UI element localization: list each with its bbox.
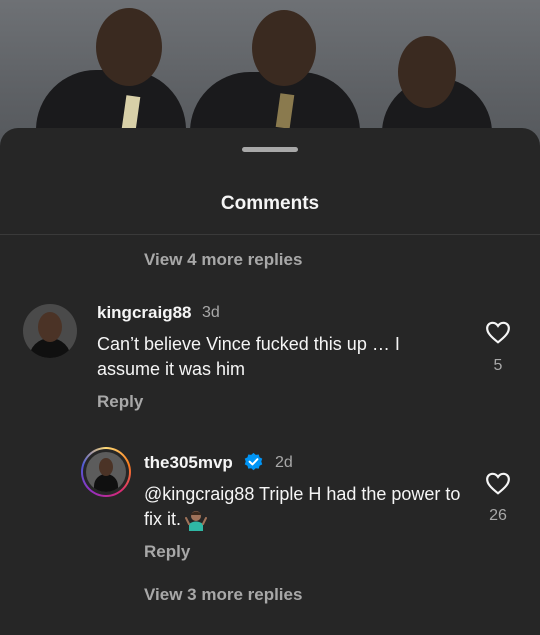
comment-text: @kingcraig88 Triple H had the power to f… xyxy=(144,482,464,532)
comments-sheet: Comments View 4 more replies kingcraig88… xyxy=(0,128,540,635)
comment-timestamp: 3d xyxy=(202,304,220,321)
comment-timestamp: 2d xyxy=(275,454,293,471)
comment-text: Can’t believe Vince fucked this up … I a… xyxy=(97,334,400,379)
comment-username[interactable]: kingcraig88 xyxy=(97,303,192,323)
heart-icon[interactable] xyxy=(485,471,511,495)
like-count: 26 xyxy=(489,507,507,524)
avatar[interactable] xyxy=(23,304,77,358)
heart-icon[interactable] xyxy=(485,320,511,344)
reply-button[interactable]: Reply xyxy=(144,542,190,562)
page-title: Comments xyxy=(220,193,320,214)
verified-badge-icon xyxy=(244,452,263,471)
avatar[interactable] xyxy=(86,452,126,492)
reply-button[interactable]: Reply xyxy=(97,392,143,412)
header-divider xyxy=(0,234,540,235)
view-more-replies-bottom[interactable]: View 3 more replies xyxy=(144,585,302,605)
like-count: 5 xyxy=(493,357,503,374)
comment-username[interactable]: the305mvp xyxy=(144,453,233,473)
story-ring[interactable] xyxy=(81,447,131,497)
drag-handle[interactable] xyxy=(242,147,298,152)
person-shrugging-emoji-icon xyxy=(185,511,208,532)
view-more-replies-top[interactable]: View 4 more replies xyxy=(144,250,302,270)
